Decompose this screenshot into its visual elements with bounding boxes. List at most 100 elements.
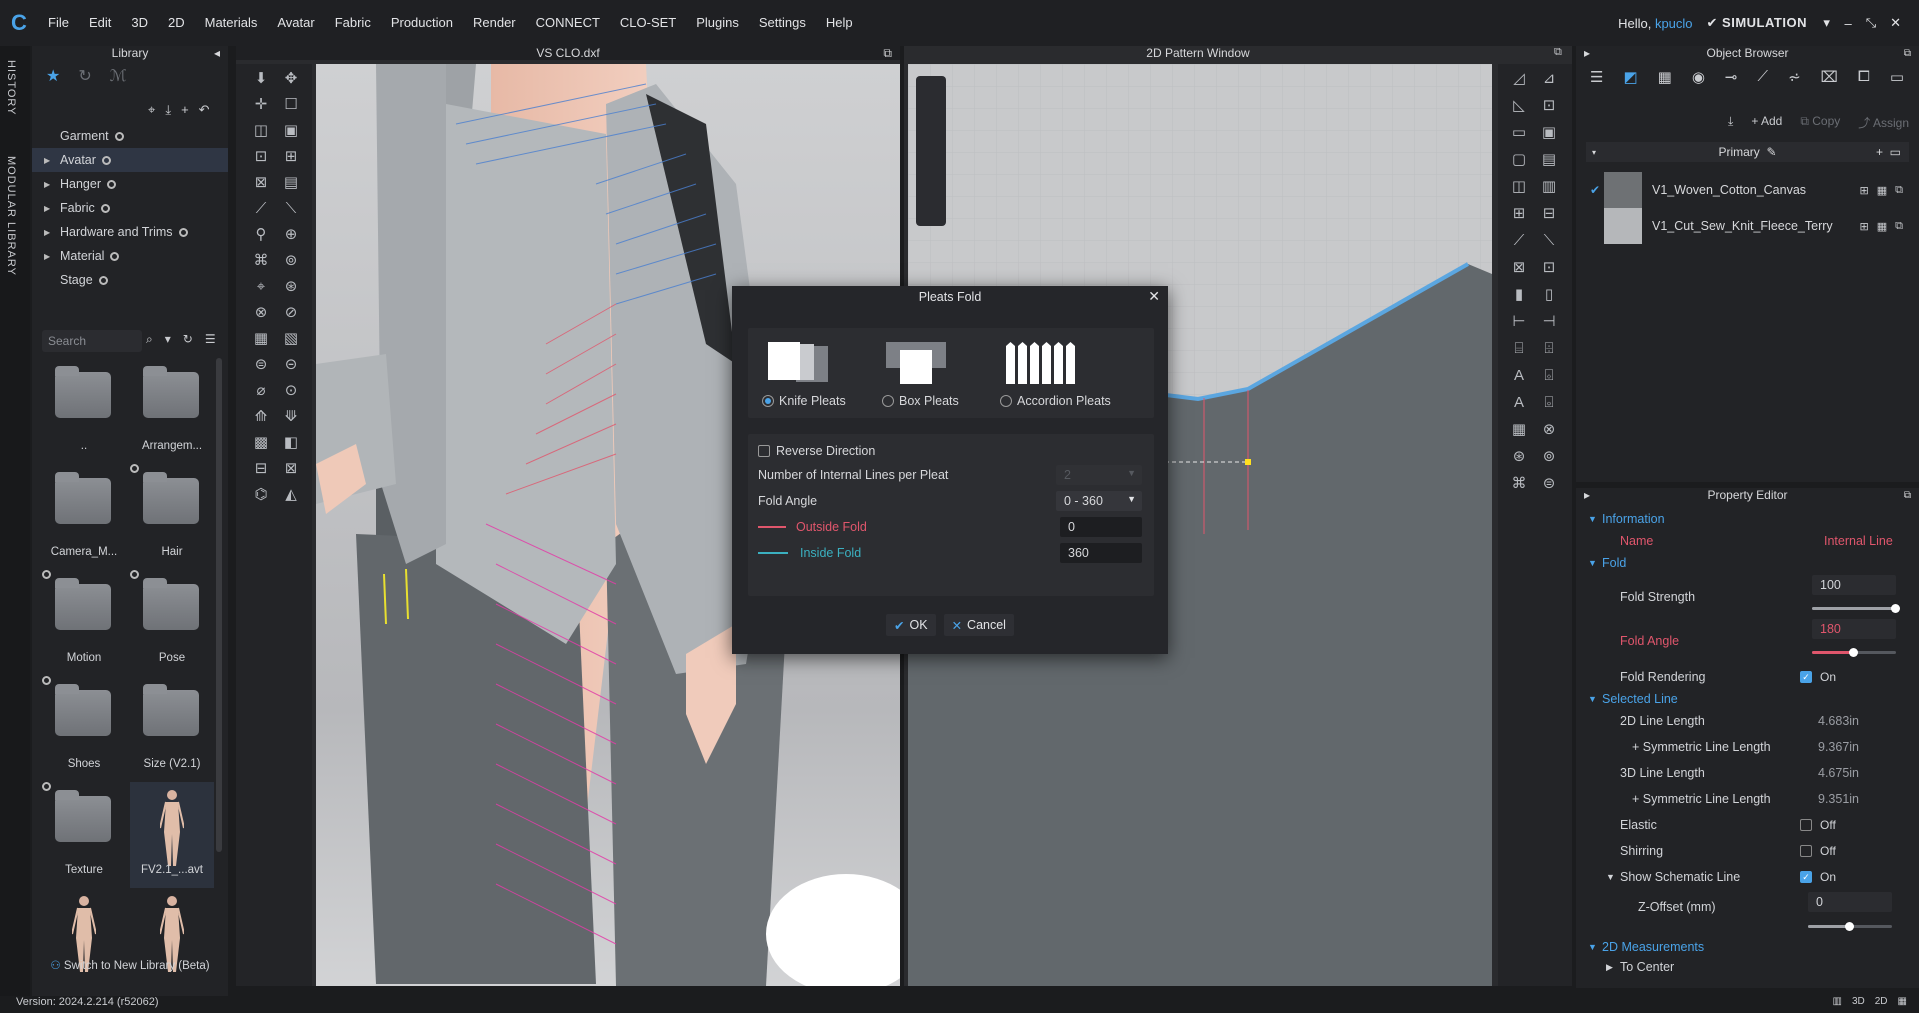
list-view-icon[interactable]: ☰ bbox=[205, 332, 216, 347]
button-icon[interactable]: ◉ bbox=[1692, 68, 1705, 86]
tool-icon[interactable]: ⌘ bbox=[1508, 473, 1530, 495]
expand-arrow-icon[interactable]: ▶ bbox=[44, 228, 60, 237]
tool-icon[interactable]: ⟰ bbox=[250, 406, 272, 428]
tool-icon[interactable]: ⊗ bbox=[250, 302, 272, 324]
shape-icon[interactable]: ⧠ bbox=[1858, 68, 1870, 86]
tool-icon[interactable]: ▦ bbox=[250, 328, 272, 350]
download-icon[interactable]: ⤓ bbox=[165, 102, 171, 118]
dialog-close-icon[interactable]: ✕ bbox=[1148, 288, 1160, 305]
fold-strength-slider[interactable] bbox=[1812, 604, 1900, 613]
tool-icon[interactable]: ⚲ bbox=[250, 224, 272, 246]
mode-selector[interactable]: ✔ SIMULATION ▾ bbox=[1707, 15, 1831, 31]
tool-icon[interactable]: ⊠ bbox=[250, 172, 272, 194]
brand-tab-icon[interactable]: ℳ bbox=[110, 66, 127, 86]
tool-icon[interactable]: ◿ bbox=[1508, 68, 1530, 90]
tool-icon[interactable]: ▧ bbox=[280, 328, 302, 350]
menu-avatar[interactable]: Avatar bbox=[267, 0, 324, 46]
library-item[interactable] bbox=[130, 888, 214, 994]
add-icon[interactable]: + bbox=[181, 102, 189, 118]
tool-icon[interactable]: ⊞ bbox=[280, 146, 302, 168]
primary-group-header[interactable]: ▾ Primary ✎ + ▭ bbox=[1586, 142, 1909, 162]
tool-icon[interactable]: ⊗ bbox=[1538, 419, 1560, 441]
accordion-pleats-option[interactable]: Accordion Pleats bbox=[996, 338, 1116, 414]
tool-icon[interactable]: A bbox=[1508, 392, 1530, 414]
username-link[interactable]: kpuclo bbox=[1655, 16, 1693, 31]
restore-icon[interactable]: ⤡ bbox=[1866, 15, 1876, 31]
expand-right-icon[interactable]: ▸ bbox=[1584, 46, 1590, 60]
elastic-checkbox[interactable] bbox=[1800, 819, 1812, 831]
menu-render[interactable]: Render bbox=[463, 0, 526, 46]
section-information[interactable]: ▼ Information bbox=[1576, 508, 1919, 530]
tool-icon[interactable]: ⟍ bbox=[280, 198, 302, 220]
ruler-icon[interactable]: ▭ bbox=[1890, 68, 1904, 86]
tool-icon[interactable]: ▭ bbox=[1508, 122, 1530, 144]
duplicate-icon[interactable]: ⧉ bbox=[1895, 220, 1903, 233]
add-fabric-button[interactable]: + Add bbox=[1751, 114, 1782, 131]
menu-help[interactable]: Help bbox=[816, 0, 863, 46]
search-icon[interactable]: ⌕ bbox=[146, 332, 153, 347]
location-icon[interactable]: ⌖ bbox=[148, 102, 155, 118]
tool-icon[interactable]: ⟋ bbox=[1508, 230, 1530, 252]
tool-icon[interactable]: ▦ bbox=[1508, 419, 1530, 441]
duplicate-icon[interactable]: ⧉ bbox=[1895, 184, 1903, 197]
tool-icon[interactable]: ▣ bbox=[1538, 122, 1560, 144]
tool-icon[interactable]: ◫ bbox=[250, 120, 272, 142]
outside-fold-input[interactable]: 0 bbox=[1060, 517, 1142, 537]
tool-icon[interactable]: ▢ bbox=[1508, 149, 1530, 171]
clo-logo-icon[interactable]: C bbox=[0, 0, 38, 46]
refresh-tab-icon[interactable]: ↻ bbox=[78, 66, 91, 86]
trim-icon[interactable]: ⌧ bbox=[1821, 68, 1838, 86]
collapse-group-icon[interactable]: ▾ bbox=[1592, 148, 1596, 157]
tool-icon[interactable]: ⊚ bbox=[1538, 446, 1560, 468]
list-icon[interactable]: ☰ bbox=[1590, 68, 1603, 86]
tool-icon[interactable]: ⊜ bbox=[1538, 473, 1560, 495]
menu-plugins[interactable]: Plugins bbox=[686, 0, 749, 46]
library-item[interactable]: Texture bbox=[42, 782, 126, 888]
texture-preview-icon[interactable]: ▦ bbox=[1877, 184, 1887, 197]
maximize-ob-icon[interactable]: ⧉ bbox=[1904, 48, 1911, 59]
tool-icon[interactable]: ⊿ bbox=[1538, 68, 1560, 90]
add-group-icon[interactable]: + ▭ bbox=[1876, 145, 1901, 159]
tool-icon[interactable]: ⊣ bbox=[1538, 311, 1560, 333]
view-2d-icon[interactable]: 2D bbox=[1875, 996, 1888, 1007]
tool-icon[interactable]: ◺ bbox=[1508, 95, 1530, 117]
tool-icon[interactable]: ⊙ bbox=[280, 380, 302, 402]
tool-icon[interactable]: ▥ bbox=[1538, 176, 1560, 198]
tool-icon[interactable]: ☐ bbox=[280, 94, 302, 116]
z-offset-slider[interactable] bbox=[1808, 922, 1892, 931]
knife-pleats-radio[interactable] bbox=[762, 395, 774, 407]
tool-icon[interactable]: ⊡ bbox=[1538, 95, 1560, 117]
tool-icon[interactable]: ⊟ bbox=[250, 458, 272, 480]
tool-icon[interactable]: ◭ bbox=[280, 484, 302, 506]
switch-library-link[interactable]: ⚇ Switch to New Library (Beta) bbox=[32, 958, 228, 972]
texture-preview-icon[interactable]: ▦ bbox=[1877, 220, 1887, 233]
copy-fabric-button[interactable]: ⧉ Copy bbox=[1800, 114, 1840, 131]
add-to-icon[interactable]: ⊞ bbox=[1860, 184, 1869, 197]
texture-icon[interactable]: ▦ bbox=[1658, 68, 1672, 86]
reload-icon[interactable]: ↻ bbox=[183, 332, 193, 347]
knife-pleats-option[interactable]: Knife Pleats bbox=[758, 338, 878, 414]
maximize-3d-icon[interactable]: ⧉ bbox=[883, 46, 892, 61]
topstitch-icon[interactable]: ⟋ bbox=[1758, 68, 1769, 86]
box-pleats-option[interactable]: Box Pleats bbox=[878, 338, 998, 414]
section-selected-line[interactable]: ▼ Selected Line bbox=[1576, 688, 1919, 710]
view-3d-icon[interactable]: 3D bbox=[1852, 996, 1865, 1007]
tool-icon[interactable]: ⊝ bbox=[280, 354, 302, 376]
fold-angle-input[interactable]: 180 bbox=[1812, 619, 1896, 639]
tool-icon[interactable]: ⊚ bbox=[280, 250, 302, 272]
tool-icon[interactable]: ⊛ bbox=[1508, 446, 1530, 468]
tool-icon[interactable]: ⬇ bbox=[250, 68, 272, 90]
library-item[interactable]: Pose bbox=[130, 570, 214, 676]
fold-rendering-checkbox[interactable]: ✓ bbox=[1800, 671, 1812, 683]
inside-fold-input[interactable]: 360 bbox=[1060, 543, 1142, 563]
tool-icon[interactable]: ⌻ bbox=[1538, 392, 1560, 414]
fabric-row[interactable]: V1_Cut_Sew_Knit_Fleece_Terry ⊞ ▦ ⧉ bbox=[1586, 206, 1909, 246]
expand-arrow-icon[interactable]: ▶ bbox=[44, 204, 60, 213]
collapse-schematic-icon[interactable]: ▼ bbox=[1606, 872, 1615, 882]
tool-icon[interactable]: ◫ bbox=[1508, 176, 1530, 198]
filter-dropdown-icon[interactable]: ▾ bbox=[165, 332, 171, 347]
menu-settings[interactable]: Settings bbox=[749, 0, 816, 46]
tool-icon[interactable]: ⌖ bbox=[250, 276, 272, 298]
zipper-icon[interactable]: ⩫ bbox=[1788, 68, 1801, 86]
tool-icon[interactable]: ⟱ bbox=[280, 406, 302, 428]
